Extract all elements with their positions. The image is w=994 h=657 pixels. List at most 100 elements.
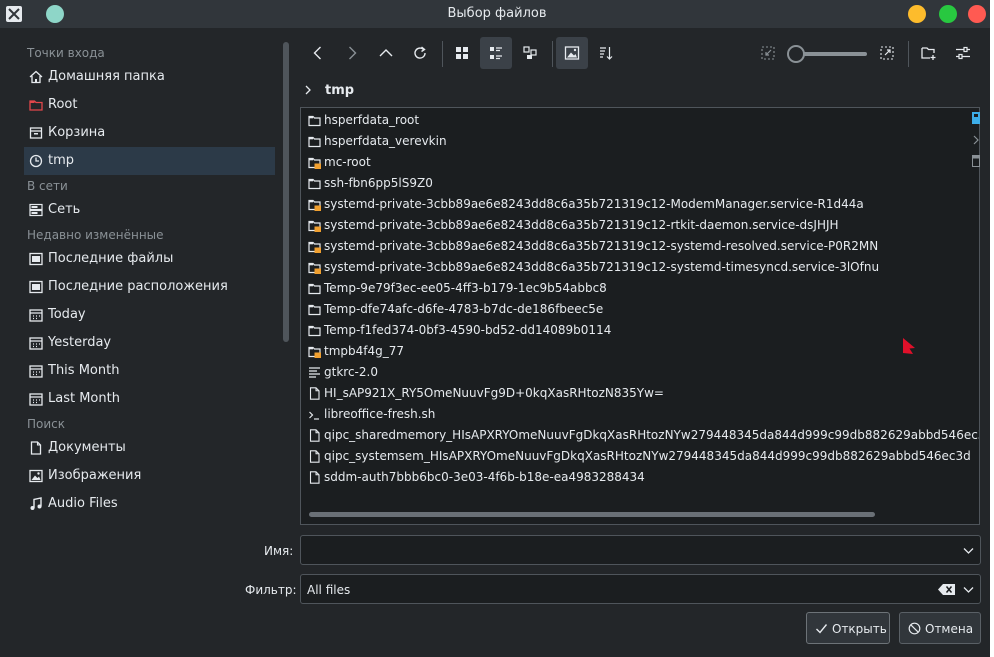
zoom-out-button[interactable] <box>752 37 784 69</box>
folder-locked-icon <box>308 262 321 274</box>
titlebar: Выбор файлов <box>0 0 994 28</box>
details-view-button[interactable] <box>480 37 512 69</box>
file-list-item[interactable]: sddm-auth7bbb6bc0-3e03-4f6b-b18e-ea49832… <box>301 467 971 488</box>
sidebar-item-documents[interactable]: Документы <box>24 434 275 462</box>
horizontal-scrollbar[interactable] <box>309 512 875 517</box>
filter-field[interactable]: All files <box>300 574 981 604</box>
chevron-down-icon[interactable] <box>963 547 974 555</box>
file-name: systemd-private-3cbb89ae6e8243dd8c6a35b7… <box>324 197 864 211</box>
chevron-down-icon[interactable] <box>963 586 974 594</box>
preview-pane-edge-icon <box>972 112 980 124</box>
check-icon <box>816 624 828 634</box>
sidebar-item-today[interactable]: Today <box>24 301 275 329</box>
up-button[interactable] <box>370 37 402 69</box>
folder-icon <box>308 304 321 316</box>
file-list-item[interactable]: libreoffice-fresh.sh <box>301 404 971 425</box>
chevron-right-icon[interactable] <box>303 85 313 95</box>
file-list-item[interactable]: systemd-private-3cbb89ae6e8243dd8c6a35b7… <box>301 194 971 215</box>
back-button[interactable] <box>302 37 334 69</box>
recent-locations-icon <box>29 280 43 294</box>
up-icon <box>379 49 393 57</box>
toolbar <box>300 37 990 71</box>
file-list-item[interactable]: HI_sAP921X_RY5OmeNuuvFg9D+0kqXasRHtozN83… <box>301 383 971 404</box>
options-button[interactable] <box>947 37 979 69</box>
clear-icon[interactable] <box>938 584 955 595</box>
section-recent: Недавно изменённые <box>27 228 164 242</box>
folder-locked-icon <box>308 220 321 232</box>
open-button[interactable]: Открыть <box>806 612 890 644</box>
file-list-item[interactable]: systemd-private-3cbb89ae6e8243dd8c6a35b7… <box>301 215 971 236</box>
folder-locked-icon <box>308 199 321 211</box>
sidebar-item-last-month[interactable]: Last Month <box>24 385 275 413</box>
folder-icon <box>308 136 321 148</box>
sidebar-item-label: This Month <box>48 363 120 378</box>
file-name: systemd-private-3cbb89ae6e8243dd8c6a35b7… <box>324 260 880 274</box>
sidebar-item-network[interactable]: Сеть <box>24 196 275 224</box>
text-file-icon <box>309 367 320 378</box>
file-list-item[interactable]: Temp-dfe74afc-d6fe-4783-b7dc-de186fbeec5… <box>301 299 971 320</box>
file-list-item[interactable]: systemd-private-3cbb89ae6e8243dd8c6a35b7… <box>301 257 971 278</box>
sidebar-item-root[interactable]: Root <box>24 91 275 119</box>
reload-icon <box>414 46 426 59</box>
sidebar-item-tmp[interactable]: tmp <box>24 147 275 175</box>
new-folder-button[interactable] <box>913 37 945 69</box>
file-list-item[interactable]: gtkrc-2.0 <box>301 362 971 383</box>
minimize-button[interactable] <box>908 5 926 23</box>
file-list-item[interactable]: hsperfdata_root <box>301 110 971 131</box>
cancel-button[interactable]: Отмена <box>899 612 981 644</box>
sidebar-item-this-month[interactable]: This Month <box>24 357 275 385</box>
sidebar-item-recent-files[interactable]: Последние файлы <box>24 245 275 273</box>
zoom-slider-track[interactable] <box>797 52 867 56</box>
tree-view-button[interactable] <box>514 37 546 69</box>
preview-button[interactable] <box>556 37 588 69</box>
section-network: В сети <box>27 179 68 193</box>
sort-button[interactable] <box>590 37 622 69</box>
file-name: systemd-private-3cbb89ae6e8243dd8c6a35b7… <box>324 218 839 232</box>
sidebar-item-yesterday[interactable]: Yesterday <box>24 329 275 357</box>
section-places: Точки входа <box>27 46 105 60</box>
mouse-cursor-icon <box>903 338 915 354</box>
sidebar-item-home[interactable]: Домашняя папка <box>24 63 275 91</box>
file-list-item[interactable]: Temp-f1fed374-0bf3-4590-bd52-dd14089b011… <box>301 320 971 341</box>
name-field[interactable] <box>300 535 981 565</box>
calendar-icon <box>29 309 43 322</box>
file-list[interactable]: hsperfdata_root hsperfdata_verevkin mc-roo… <box>300 107 980 525</box>
reload-button[interactable] <box>404 37 436 69</box>
document-icon <box>30 441 42 455</box>
file-icon <box>309 429 320 442</box>
folder-icon <box>308 115 321 127</box>
sidebar-scrollbar[interactable] <box>283 42 289 342</box>
sidebar-item-label: Изображения <box>48 468 142 483</box>
sidebar-item-label: Последние файлы <box>48 251 174 266</box>
toolbar-separator <box>552 41 553 67</box>
sort-icon <box>600 47 613 60</box>
file-list-item[interactable]: ssh-fbn6pp5lS9Z0 <box>301 173 971 194</box>
sidebar-item-label: Last Month <box>48 391 120 406</box>
file-list-item[interactable]: systemd-private-3cbb89ae6e8243dd8c6a35b7… <box>301 236 971 257</box>
file-name: systemd-private-3cbb89ae6e8243dd8c6a35b7… <box>324 239 879 253</box>
file-list-item[interactable]: Temp-9e79f3ec-ee05-4ff3-b179-1ec9b54abbc… <box>301 278 971 299</box>
sidebar-item-images[interactable]: Изображения <box>24 462 275 490</box>
icons-view-button[interactable] <box>446 37 478 69</box>
folder-locked-icon <box>308 346 321 358</box>
file-name: Temp-dfe74afc-d6fe-4783-b7dc-de186fbeec5… <box>324 302 604 316</box>
sidebar-item-audio-files[interactable]: Audio Files <box>24 490 275 518</box>
filter-field-value: All files <box>307 583 351 597</box>
file-name: Temp-9e79f3ec-ee05-4ff3-b179-1ec9b54abbc… <box>324 281 607 295</box>
close-button[interactable] <box>968 5 986 23</box>
file-name: hsperfdata_root <box>324 113 420 127</box>
file-list-item[interactable]: hsperfdata_verevkin <box>301 131 971 152</box>
zoom-slider-handle[interactable] <box>787 45 805 63</box>
file-list-item[interactable]: mc-root <box>301 152 971 173</box>
zoom-in-button[interactable] <box>871 37 903 69</box>
file-icon <box>309 471 320 484</box>
forward-button[interactable] <box>336 37 368 69</box>
sidebar-item-recent-locations[interactable]: Последние расположения <box>24 273 275 301</box>
file-list-item[interactable]: tmpb4f4g_77 <box>301 341 971 362</box>
file-list-item[interactable]: qipc_sharedmemory_HIsAPXRYOmeNuuvFgDkqXa… <box>301 425 979 446</box>
maximize-button[interactable] <box>939 5 957 23</box>
sidebar-item-trash[interactable]: Корзина <box>24 119 275 147</box>
script-file-icon <box>309 411 319 420</box>
file-list-item[interactable]: qipc_systemsem_HIsAPXRYOmeNuuvFgDkqXasRH… <box>301 446 971 467</box>
breadcrumb-current[interactable]: tmp <box>325 83 354 98</box>
